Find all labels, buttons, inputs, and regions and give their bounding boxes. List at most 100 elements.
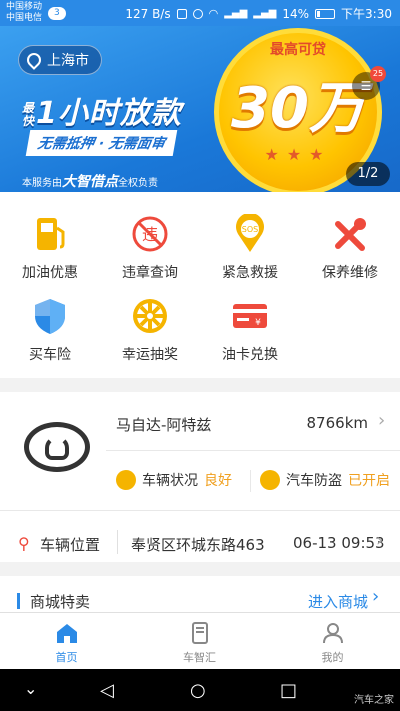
fuel-pump-icon xyxy=(30,214,70,254)
service-item-fuel[interactable]: 加油优惠 xyxy=(0,214,100,282)
service-item-maintenance[interactable]: 保养维修 xyxy=(300,214,400,282)
service-label: 幸运抽奖 xyxy=(122,347,178,363)
lock-icon xyxy=(260,470,280,490)
alarm-icon xyxy=(192,8,203,19)
tab-profile[interactable]: 我的 xyxy=(266,613,399,670)
tab-label: 我的 xyxy=(321,651,344,664)
location-address: 奉贤区环城东路463 xyxy=(131,536,265,554)
service-prefix: 本服务由 xyxy=(22,178,62,189)
car-model-name: 马自达-阿特兹 xyxy=(116,416,212,434)
promo-banner[interactable]: 上海市 最快1小时放款 无需抵押 · 无需面审 本服务由大智借点全权负责 最高可… xyxy=(0,26,400,192)
service-grid: 加油优惠 违 违章查询 SOS 紧急救援 保养维修 买车险 xyxy=(0,192,400,378)
status-bar: 中国移动 中国电信 3 127 B/s ◠ ▂▄▆ ▂▄▆ 14% 下午3:30 xyxy=(0,0,400,26)
back-icon[interactable]: ◁ xyxy=(100,680,114,701)
service-item-rescue[interactable]: SOS 紧急救援 xyxy=(200,212,300,282)
wrench-icon xyxy=(330,214,370,254)
banner-slogan: 最快1小时放款 xyxy=(22,88,182,132)
car-condition[interactable]: 车辆状况 良好 xyxy=(116,470,232,490)
service-label: 紧急救援 xyxy=(222,265,278,281)
carrier-info: 中国移动 中国电信 xyxy=(6,2,42,24)
violation-icon: 违 xyxy=(130,214,170,254)
divider xyxy=(106,450,400,451)
tab-label: 首页 xyxy=(55,651,78,664)
anti-theft-label: 汽车防盗 xyxy=(286,473,342,489)
app-screen: 中国移动 中国电信 3 127 B/s ◠ ▂▄▆ ▂▄▆ 14% 下午3:30… xyxy=(0,0,400,711)
fuel-card-icon: ¥ xyxy=(230,296,270,336)
chevron-down-icon[interactable]: ⌄ xyxy=(24,679,37,698)
mall-section: 商城特卖 进入商城 › xyxy=(0,576,400,616)
carrier-2: 中国电信 xyxy=(6,13,43,23)
lucky-wheel-icon xyxy=(130,296,170,336)
car-condition-value: 良好 xyxy=(204,473,232,489)
city-selector[interactable]: 上海市 xyxy=(18,45,102,75)
notification-count: 3 xyxy=(48,7,66,20)
service-item-violation[interactable]: 违 违章查询 xyxy=(100,214,200,282)
wifi-icon: ◠ xyxy=(208,7,219,20)
battery-percent: 14% xyxy=(282,6,310,21)
anti-theft[interactable]: 汽车防盗 已开启 xyxy=(260,470,390,490)
service-label: 买车险 xyxy=(29,347,71,363)
slogan-main: 1小时放款 xyxy=(36,96,182,131)
service-label: 违章查询 xyxy=(122,265,178,281)
recents-icon[interactable]: □ xyxy=(280,680,297,701)
chevron-right-icon[interactable]: › xyxy=(372,586,379,607)
battery-icon xyxy=(315,8,336,19)
car-mileage: 8766km xyxy=(306,414,368,432)
sos-icon: SOS xyxy=(230,212,270,254)
banner-tags: 无需抵押 · 无需面审 xyxy=(25,130,178,156)
chevron-right-icon: › xyxy=(376,530,384,551)
car-card: 马自达-阿特兹 8766km › 车辆状况 良好 汽车防盗 已开启 ⚲ 车辆位置… xyxy=(0,392,400,562)
divider xyxy=(117,530,118,554)
divider xyxy=(250,470,251,492)
shield-icon xyxy=(30,296,70,336)
svg-text:¥: ¥ xyxy=(255,318,261,328)
tab-smart-car[interactable]: 车智汇 xyxy=(133,613,266,670)
banner-pager: 1/2 xyxy=(346,162,390,186)
home-circle-icon[interactable]: ○ xyxy=(190,680,206,701)
enter-mall-link[interactable]: 进入商城 xyxy=(308,591,368,612)
clock: 下午3:30 xyxy=(341,7,392,21)
signal-icon: ▂▄▆ xyxy=(224,8,248,19)
chevron-right-icon[interactable]: › xyxy=(378,410,385,431)
service-note: 本服务由大智借点全权负责 xyxy=(22,171,158,191)
location-time: 06-13 09:53 xyxy=(293,534,385,552)
tab-label: 车智汇 xyxy=(183,651,216,664)
anti-theft-value: 已开启 xyxy=(348,473,390,489)
service-brand: 大智借点 xyxy=(62,174,118,190)
section-marker xyxy=(17,593,20,609)
service-item-lottery[interactable]: 幸运抽奖 xyxy=(100,296,200,364)
service-item-insurance[interactable]: 买车险 xyxy=(0,296,100,364)
location-pin-icon xyxy=(24,50,44,70)
city-name: 上海市 xyxy=(47,53,89,69)
coin-stars-icon: ★★★ xyxy=(264,145,332,164)
watermark: 汽车之家 xyxy=(354,695,394,706)
bottom-tab-bar: 首页 车智汇 我的 xyxy=(0,612,400,669)
coin-amount: 30万 xyxy=(231,76,365,141)
car-condition-label: 车辆状况 xyxy=(142,473,198,489)
status-indicators: 127 B/s ◠ ▂▄▆ ▂▄▆ 14% 下午3:30 xyxy=(125,5,392,22)
service-label: 保养维修 xyxy=(322,265,378,281)
signal-icon-2: ▂▄▆ xyxy=(253,8,277,19)
device-icon xyxy=(188,621,212,645)
tab-home[interactable]: 首页 xyxy=(0,613,133,670)
service-suffix: 全权负责 xyxy=(118,178,158,189)
system-nav-bar: ⌄ ◁ ○ □ 汽车之家 xyxy=(0,669,400,711)
mazda-logo-icon xyxy=(24,422,90,472)
car-status-icon xyxy=(116,470,136,490)
network-speed: 127 B/s xyxy=(125,6,171,21)
home-icon xyxy=(55,621,79,645)
svg-text:SOS: SOS xyxy=(242,225,258,234)
car-location-row[interactable]: ⚲ 车辆位置 奉贤区环城东路463 06-13 09:53 › xyxy=(0,522,400,562)
location-pin-icon: ⚲ xyxy=(18,534,30,553)
person-icon xyxy=(321,621,345,645)
location-label: 车辆位置 xyxy=(40,536,101,554)
service-item-fuel-card[interactable]: ¥ 油卡兑换 xyxy=(200,296,300,364)
divider xyxy=(0,510,400,511)
mall-title: 商城特卖 xyxy=(30,593,91,611)
message-badge: 25 xyxy=(370,66,386,82)
carrier-1: 中国移动 xyxy=(6,2,43,12)
service-label: 油卡兑换 xyxy=(222,347,278,363)
vibrate-icon xyxy=(176,8,187,19)
slogan-prefix: 最快 xyxy=(22,100,36,128)
service-label: 加油优惠 xyxy=(22,265,78,281)
